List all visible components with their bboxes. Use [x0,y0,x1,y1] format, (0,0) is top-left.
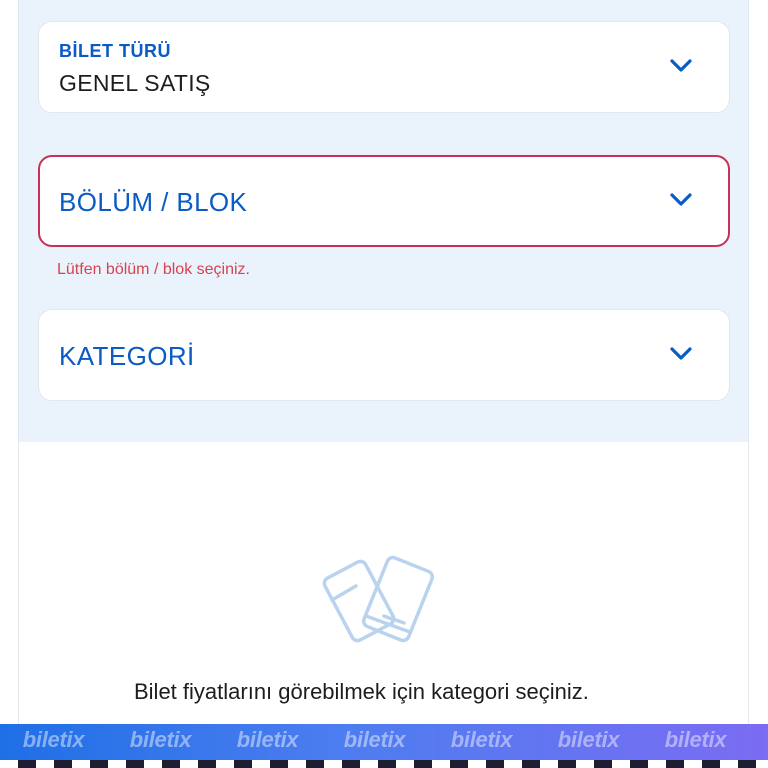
banner-watermark: biletix [664,727,727,752]
ticket-type-value: GENEL SATIŞ [59,70,211,96]
ticket-type-select[interactable]: BİLET TÜRÜ GENEL SATIŞ [38,21,730,113]
section-block-select[interactable]: BÖLÜM / BLOK [38,155,730,247]
ticket-type-label: BİLET TÜRÜ [59,41,171,61]
banner-watermark: biletix [343,727,406,752]
tickets-icon [322,555,435,643]
empty-state-message: Bilet fiyatlarını görebilmek için katego… [134,679,589,704]
banner-watermark: biletix [450,727,513,752]
banner-watermark: biletix [129,727,192,752]
page: BİLET TÜRÜ GENEL SATIŞ BÖLÜM / BLOK Lütf… [0,0,768,768]
banner-watermark: biletix [557,727,620,752]
chevron-down-icon [670,193,692,206]
section-error-message: Lütfen bölüm / blok seçiniz. [57,261,250,278]
category-placeholder: KATEGORİ [59,341,195,371]
chevron-down-icon [670,59,692,72]
checker-border [0,760,768,768]
banner-watermark: biletix [22,727,85,752]
banner-watermark: biletix [236,727,299,752]
category-select[interactable]: KATEGORİ [38,309,730,401]
chevron-down-icon [670,347,692,360]
section-block-placeholder: BÖLÜM / BLOK [59,187,248,217]
